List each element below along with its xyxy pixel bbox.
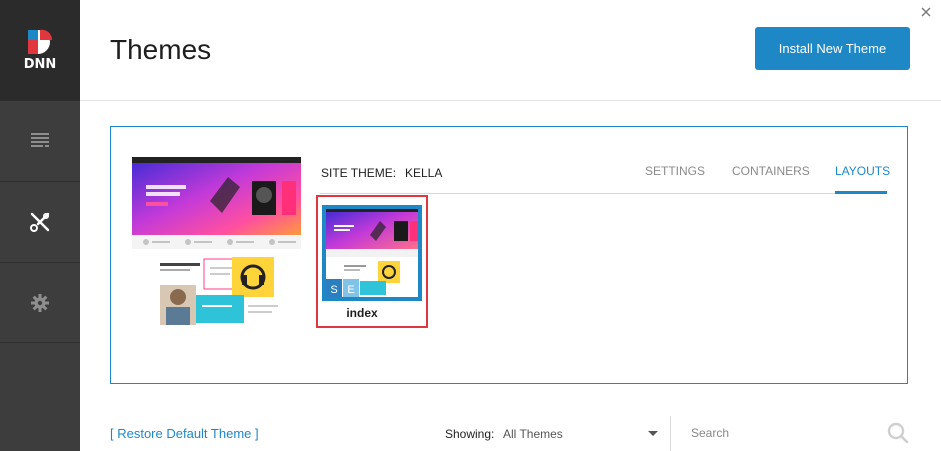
- footer-divider: [670, 416, 671, 451]
- showing-label: Showing:: [445, 427, 495, 441]
- site-theme-preview-image: [132, 157, 301, 325]
- page-title: Themes: [110, 34, 212, 65]
- site-theme-label: SITE THEME:: [321, 166, 397, 180]
- sidebar-item-admin[interactable]: [0, 262, 80, 343]
- caret-down-icon: [648, 431, 658, 436]
- theme-filter-select[interactable]: All Themes: [500, 421, 662, 447]
- install-new-theme-button[interactable]: Install New Theme: [755, 27, 910, 70]
- dnn-logo-icon: [28, 29, 53, 54]
- theme-filter-value: All Themes: [503, 427, 563, 441]
- layout-thumbnail-image: S E: [326, 209, 418, 297]
- restore-default-theme-link[interactable]: [ Restore Default Theme ]: [110, 426, 259, 441]
- logo[interactable]: DNN: [0, 0, 80, 100]
- search-icon[interactable]: [887, 422, 909, 444]
- search-input[interactable]: [688, 420, 878, 446]
- layout-name: index: [346, 306, 378, 320]
- svg-text:E: E: [347, 284, 354, 296]
- sidebar-item-settings[interactable]: [0, 181, 80, 262]
- content-icon: [31, 133, 49, 147]
- layout-thumbnail-frame[interactable]: S E: [322, 205, 422, 301]
- tab-containers[interactable]: CONTAINERS: [732, 164, 810, 178]
- tabs-divider: [320, 193, 887, 194]
- site-theme-value: KELLA: [405, 166, 443, 180]
- svg-text:S: S: [330, 284, 337, 296]
- close-icon[interactable]: [918, 4, 934, 20]
- sidebar-item-content[interactable]: [0, 100, 80, 181]
- tab-settings[interactable]: SETTINGS: [645, 164, 705, 178]
- sidebar: DNN: [0, 0, 80, 451]
- tab-layouts[interactable]: LAYOUTS: [835, 164, 890, 178]
- tools-icon: [30, 212, 50, 232]
- logo-text: DNN: [23, 57, 57, 72]
- active-tab-indicator: [835, 191, 887, 194]
- gear-icon: [31, 294, 49, 312]
- header: Themes Install New Theme: [80, 0, 941, 101]
